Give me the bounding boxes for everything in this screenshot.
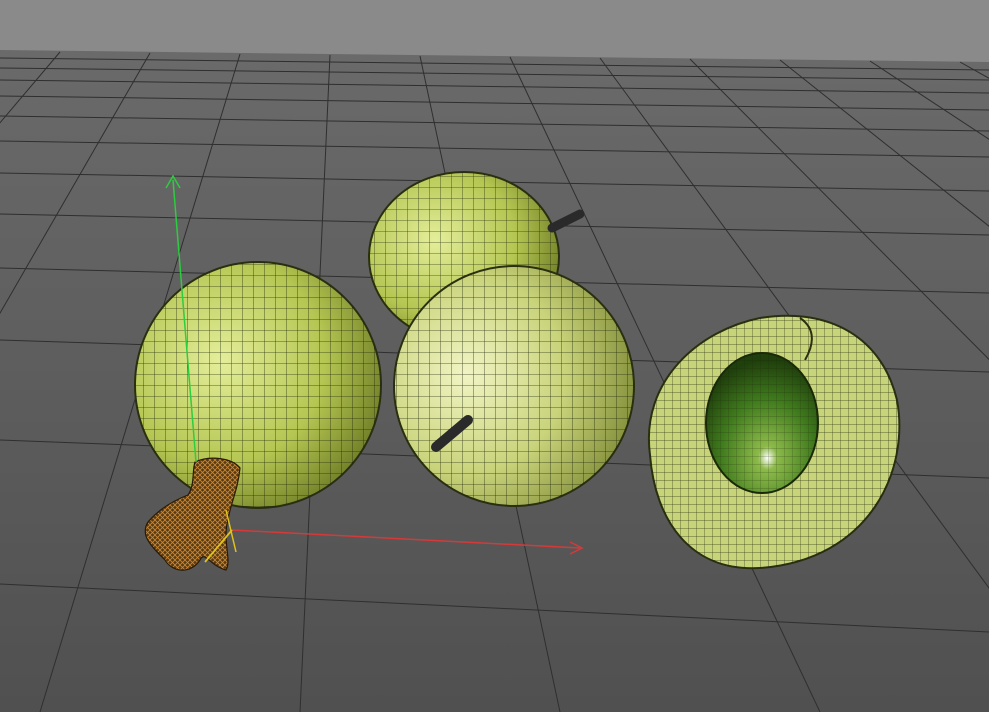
viewport-canvas[interactable]	[0, 0, 989, 712]
3d-viewport[interactable]	[0, 0, 989, 712]
